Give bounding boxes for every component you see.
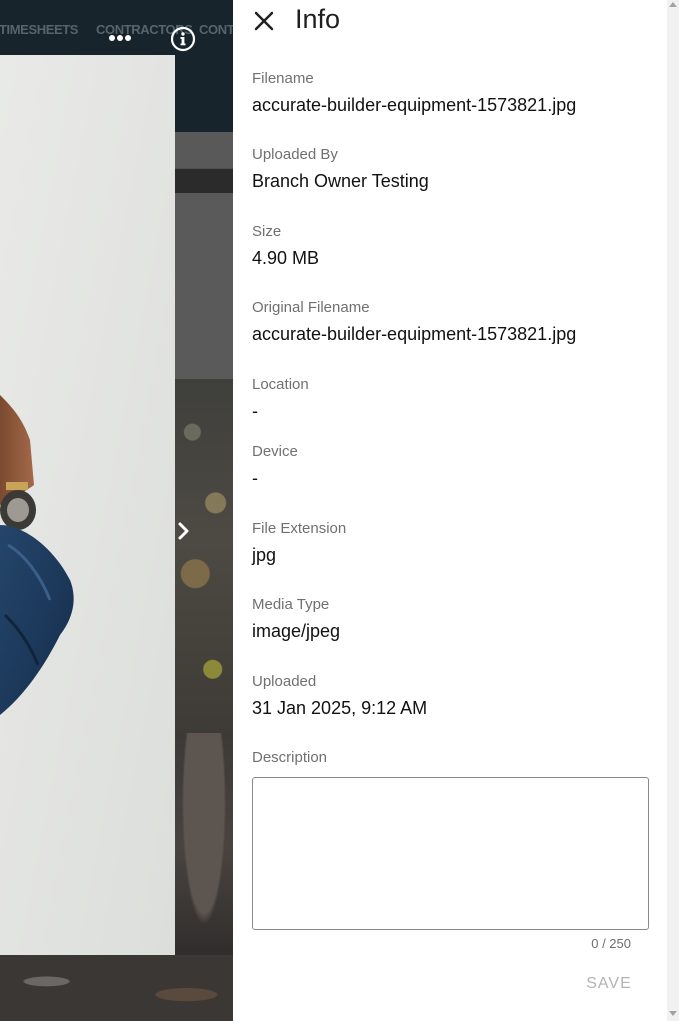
field-label: Location xyxy=(252,376,309,393)
dimmed-gallery-photo xyxy=(0,955,233,1021)
description-input[interactable] xyxy=(252,777,649,930)
field-value: accurate-builder-equipment-1573821.jpg xyxy=(252,95,577,115)
field-size: Size 4.90 MB xyxy=(252,223,652,269)
scroll-down-arrow-icon[interactable] xyxy=(669,1011,677,1016)
field-label: Filename xyxy=(252,70,314,87)
info-drawer: Info Filename accurate-builder-equipment… xyxy=(233,0,667,1021)
field-label: Uploaded By xyxy=(252,146,338,163)
more-horizontal-icon xyxy=(109,35,131,41)
field-media-type: Media Type image/jpeg xyxy=(252,596,652,642)
viewer-backdrop: TIMESHEETS CONTRACTORS CONT xyxy=(0,0,233,1021)
chevron-right-icon xyxy=(178,522,189,540)
info-circle-icon xyxy=(170,26,196,52)
field-label: Uploaded xyxy=(252,673,317,690)
dimmed-gallery-photo xyxy=(175,379,233,733)
field-value: 31 Jan 2025, 9:12 AM xyxy=(252,698,428,718)
field-value: accurate-builder-equipment-1573821.jpg xyxy=(252,324,577,344)
drawer-title: Info xyxy=(295,4,341,34)
save-button[interactable]: SAVE xyxy=(573,970,645,998)
field-value: jpg xyxy=(252,545,277,565)
nav-tab-timesheets[interactable]: TIMESHEETS xyxy=(0,22,78,37)
field-label: Original Filename xyxy=(252,299,370,316)
field-filename: Filename accurate-builder-equipment-1573… xyxy=(252,70,652,116)
description-label: Description xyxy=(252,749,328,766)
scroll-up-arrow-icon[interactable] xyxy=(669,2,677,7)
field-uploaded-by: Uploaded By Branch Owner Testing xyxy=(252,146,652,192)
next-image-button[interactable] xyxy=(172,516,196,546)
drawer-header: Info xyxy=(233,0,667,42)
nav-tab-contractor-other[interactable]: CONT xyxy=(199,22,233,37)
field-file-extension: File Extension jpg xyxy=(252,520,652,566)
field-value: image/jpeg xyxy=(252,621,341,641)
app-root: TIMESHEETS CONTRACTORS CONT Info Filenam… xyxy=(0,0,679,1021)
character-counter: 0 / 250 xyxy=(591,936,631,951)
field-location: Location - xyxy=(252,376,652,422)
dimmed-page-card xyxy=(175,193,233,379)
close-icon xyxy=(254,11,274,31)
field-value: - xyxy=(252,401,258,421)
field-label: File Extension xyxy=(252,520,347,537)
field-device: Device - xyxy=(252,443,652,489)
dimmed-gallery-photo xyxy=(175,733,233,963)
info-toggle-button[interactable] xyxy=(168,24,198,54)
field-label: Media Type xyxy=(252,596,330,613)
field-value: Branch Owner Testing xyxy=(252,171,429,191)
viewed-image xyxy=(0,55,175,955)
field-original-filename: Original Filename accurate-builder-equip… xyxy=(252,299,652,345)
field-label: Size xyxy=(252,223,282,240)
viewed-image-picture xyxy=(0,55,175,955)
more-options-button[interactable] xyxy=(105,25,135,51)
field-label: Device xyxy=(252,443,298,460)
scrollbar[interactable] xyxy=(667,0,679,1021)
field-value: - xyxy=(252,468,258,488)
dimmed-page-header xyxy=(175,132,233,169)
close-button[interactable] xyxy=(249,6,279,36)
field-uploaded-date: Uploaded 31 Jan 2025, 9:12 AM xyxy=(252,673,652,719)
field-value: 4.90 MB xyxy=(252,248,320,268)
